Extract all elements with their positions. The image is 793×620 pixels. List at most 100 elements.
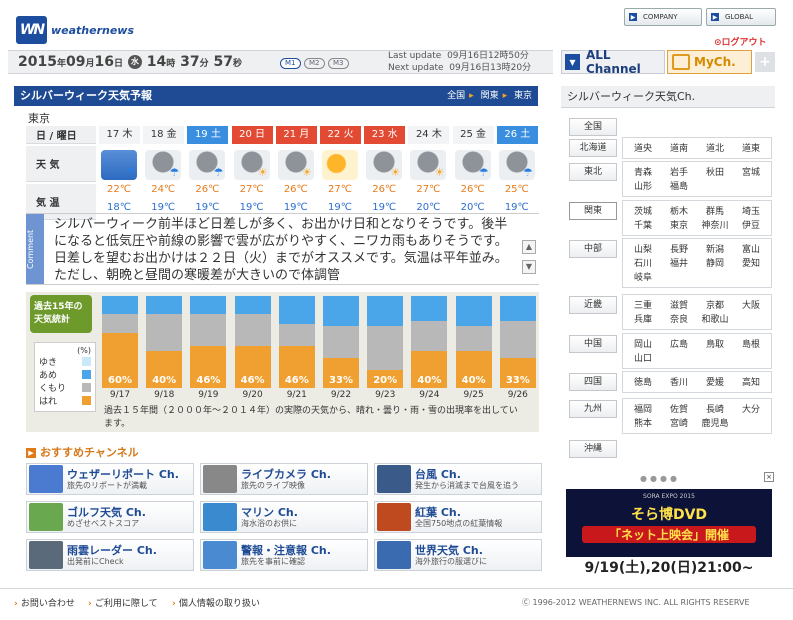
bar-value-label: 40% — [461, 375, 486, 386]
city-link[interactable]: 福井 — [662, 256, 696, 269]
city-link[interactable]: 東京 — [662, 218, 696, 231]
city-link[interactable]: 埼玉 — [734, 204, 768, 217]
city-link[interactable]: 宮崎 — [662, 416, 696, 429]
timezone-m3[interactable]: M3 — [328, 58, 349, 69]
city-link[interactable]: 大阪 — [734, 298, 768, 311]
breadcrumb-national[interactable]: 全国 — [447, 91, 465, 101]
dvd-banner[interactable]: SORA EXPO 2015 そら博DVD 「ネット上映会」開催 9/19(土)… — [566, 489, 772, 579]
channel-card[interactable]: 紅葉 Ch. 全国750地点の紅葉情報 — [374, 501, 542, 533]
region-button[interactable]: 北海道 — [569, 139, 617, 157]
region-button[interactable]: 関東 — [569, 202, 617, 220]
scroll-down-button[interactable]: ▼ — [522, 260, 536, 274]
terms-link[interactable]: ご利用に際して — [88, 596, 158, 609]
city-link[interactable]: 兵庫 — [626, 312, 660, 325]
close-icon[interactable]: × — [764, 472, 774, 482]
city-link[interactable]: 京都 — [698, 298, 732, 311]
bar-date-label: 9/17 — [109, 390, 131, 400]
legend-swatch — [82, 370, 91, 379]
city-link[interactable]: 岡山 — [626, 337, 660, 350]
company-button[interactable]: ▶ COMPANY — [624, 8, 702, 26]
city-link[interactable]: 茨城 — [626, 204, 660, 217]
channel-card[interactable]: ウェザーリポート Ch. 旅先のリポートが満載 — [26, 463, 194, 495]
city-link[interactable]: 青森 — [626, 165, 660, 178]
city-link[interactable]: 神奈川 — [698, 218, 732, 231]
timezone-m2[interactable]: M2 — [304, 58, 325, 69]
city-link[interactable]: 新潟 — [698, 242, 732, 255]
day-header: 17 木 — [98, 126, 140, 144]
legend-label: ゆき — [39, 358, 58, 368]
city-link[interactable]: 広島 — [662, 337, 696, 350]
comment-label: Comment — [26, 214, 44, 284]
channel-card[interactable]: 警報・注意報 Ch. 旅先を事前に確認 — [200, 539, 368, 571]
city-link[interactable]: 佐賀 — [662, 402, 696, 415]
city-link[interactable]: 徳島 — [626, 375, 660, 388]
city-link[interactable]: 滋賀 — [662, 298, 696, 311]
rain-umbrella-icon: ☂ — [101, 150, 137, 180]
region-national-button[interactable]: 全国 — [569, 118, 617, 136]
city-link[interactable]: 和歌山 — [698, 312, 732, 325]
city-link[interactable]: 道央 — [626, 141, 660, 154]
city-link[interactable]: 岩手 — [662, 165, 696, 178]
channel-card[interactable]: ライブカメラ Ch. 旅先のライブ映像 — [200, 463, 368, 495]
city-link[interactable]: 山梨 — [626, 242, 660, 255]
city-link[interactable]: 鹿児島 — [698, 416, 732, 429]
global-button[interactable]: ▶ GLOBAL — [706, 8, 776, 26]
city-link[interactable]: 長崎 — [698, 402, 732, 415]
region-button[interactable]: 九州 — [569, 400, 617, 418]
channel-card[interactable]: 世界天気 Ch. 海外旅行の服選びに — [374, 539, 542, 571]
city-link[interactable]: 福岡 — [626, 402, 660, 415]
breadcrumb-kanto[interactable]: 関東 — [481, 91, 499, 101]
carousel-dots[interactable]: ●●●● — [640, 474, 680, 483]
city-link[interactable]: 香川 — [662, 375, 696, 388]
breadcrumb-tokyo[interactable]: 東京 — [514, 91, 532, 101]
city-link[interactable]: 山形 — [626, 179, 660, 192]
city-link[interactable]: 栃木 — [662, 204, 696, 217]
region-button[interactable]: 四国 — [569, 373, 617, 391]
city-link[interactable]: 福島 — [662, 179, 696, 192]
all-channel-button[interactable]: ▼ ALL Channel — [561, 48, 665, 76]
temp-min: 19℃ — [504, 202, 529, 213]
privacy-link[interactable]: 個人情報の取り扱い — [172, 596, 260, 609]
region-button[interactable]: 中部 — [569, 240, 617, 258]
city-link[interactable]: 愛媛 — [698, 375, 732, 388]
city-link[interactable]: 秋田 — [698, 165, 732, 178]
region-button[interactable]: 中国 — [569, 335, 617, 353]
city-link[interactable]: 道東 — [734, 141, 768, 154]
channel-card[interactable]: ゴルフ天気 Ch. めざせベストスコア — [26, 501, 194, 533]
region-button[interactable]: 東北 — [569, 163, 617, 181]
city-link[interactable]: 宮城 — [734, 165, 768, 178]
city-link[interactable]: 道北 — [698, 141, 732, 154]
contact-link[interactable]: お問い合わせ — [14, 596, 75, 609]
city-link[interactable]: 石川 — [626, 256, 660, 269]
channel-card[interactable]: 雨雲レーダー Ch. 出発前にCheck — [26, 539, 194, 571]
channel-card[interactable]: 台風 Ch. 発生から消滅まで台風を追う — [374, 463, 542, 495]
city-link[interactable]: 三重 — [626, 298, 660, 311]
city-link[interactable]: 富山 — [734, 242, 768, 255]
city-link[interactable]: 大分 — [734, 402, 768, 415]
city-link[interactable]: 群馬 — [698, 204, 732, 217]
stats-bar: 40% — [411, 296, 448, 388]
city-link[interactable]: 高知 — [734, 375, 768, 388]
city-link[interactable]: 長野 — [662, 242, 696, 255]
city-link[interactable]: 千葉 — [626, 218, 660, 231]
scroll-up-button[interactable]: ▲ — [522, 240, 536, 254]
city-link[interactable]: 静岡 — [698, 256, 732, 269]
channel-card[interactable]: マリン Ch. 海水浴のお供に — [200, 501, 368, 533]
weathernews-logo[interactable]: WN weathernews — [16, 14, 134, 46]
city-link[interactable]: 道南 — [662, 141, 696, 154]
my-channel-button[interactable]: MyCh. — [667, 50, 752, 74]
city-link[interactable]: 伊豆 — [734, 218, 768, 231]
add-channel-button[interactable]: + — [755, 52, 775, 72]
logout-link[interactable]: ⊙ログアウト — [714, 35, 767, 48]
city-link[interactable]: 愛知 — [734, 256, 768, 269]
city-link[interactable]: 奈良 — [662, 312, 696, 325]
city-link[interactable]: 熊本 — [626, 416, 660, 429]
city-link[interactable]: 島根 — [734, 337, 768, 350]
city-link[interactable]: 鳥取 — [698, 337, 732, 350]
cloudy-sun-icon: ☀ — [410, 150, 447, 180]
region-button[interactable]: 近畿 — [569, 296, 617, 314]
city-link[interactable]: 山口 — [626, 351, 660, 364]
region-button[interactable]: 沖縄 — [569, 440, 617, 458]
timezone-m1[interactable]: M1 — [280, 58, 301, 69]
city-link[interactable]: 岐阜 — [626, 270, 660, 283]
